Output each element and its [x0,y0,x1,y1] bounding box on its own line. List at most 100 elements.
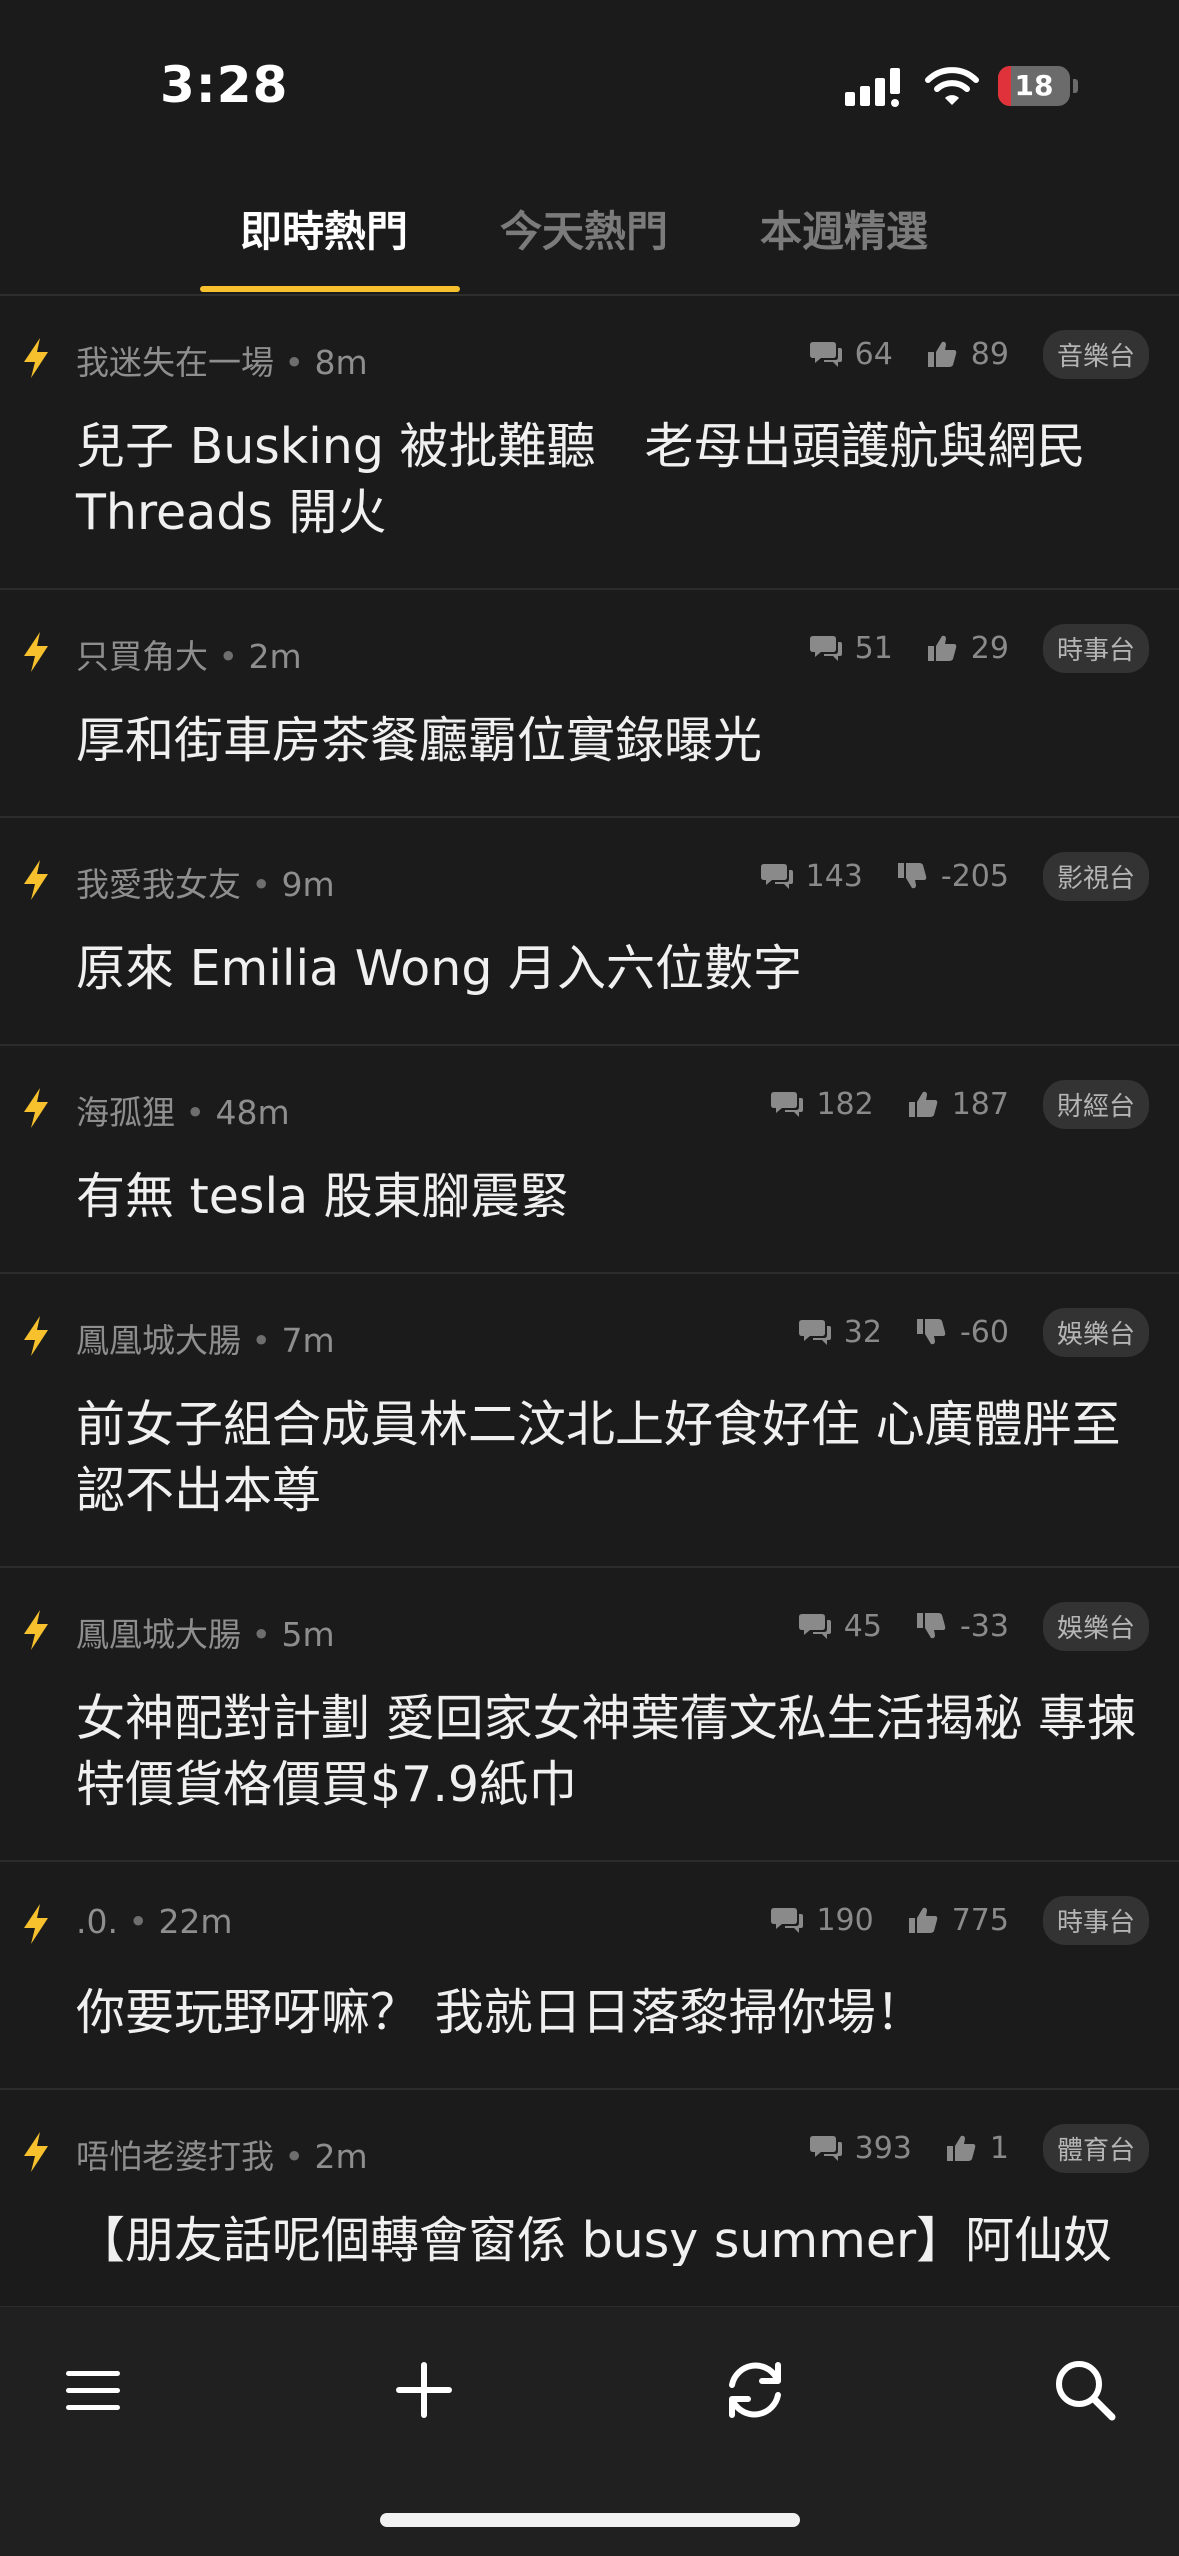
author-name[interactable]: 鳳凰城大腸 [76,1321,241,1360]
post-author[interactable]: 我迷失在一場 • 8m [76,336,368,384]
thumbs-up-icon [927,635,957,661]
comment-count: 64 [809,337,893,372]
comment-count: 190 [770,1903,874,1938]
comment-count: 143 [760,859,863,894]
author-name[interactable]: 鳳凰城大腸 [76,1615,241,1654]
refresh-icon[interactable] [720,2355,790,2425]
comment-count: 32 [798,1315,882,1350]
tab-today-hot[interactable]: 今天熱門 [500,198,668,259]
lightning-icon [24,338,48,378]
post-list: 我迷失在一場 • 8m 64 89 音樂台 兒子 Busking 被批難聽 老母… [0,296,1179,2266]
vote-count: 89 [925,337,1009,372]
post-stats: 190 775 時事台 [752,1895,1149,1945]
feed-tabs: 即時熱門 今天熱門 本週精選 [0,170,1179,296]
author-name[interactable]: 我迷失在一場 [76,343,274,382]
post-age: 9m [281,865,335,904]
post-item[interactable]: 海孤狸 • 48m 182 187 財經台 有無 tesla 股東腳震緊 [0,1046,1179,1274]
post-title[interactable]: 厚和街車房茶餐廳霸位實錄曝光 [0,686,1179,816]
status-bar: 3:28 18 [0,0,1179,170]
vote-count: 187 [906,1087,1009,1122]
post-title[interactable]: 兒子 Busking 被批難聽 老母出頭護航與網民 Threads 開火 [0,392,1179,588]
comment-count: 45 [798,1609,882,1644]
home-indicator [380,2513,800,2527]
post-meta: 我愛我女友 • 9m 143 -205 影視台 [0,818,1179,914]
post-age: 48m [215,1093,290,1132]
post-title[interactable]: 前女子組合成員林二汶北上好食好住 心廣體胖至認不出本尊 [0,1370,1179,1566]
comment-icon [771,1092,804,1117]
board-tag[interactable]: 音樂台 [1042,329,1149,379]
post-item[interactable]: 唔怕老婆打我 • 2m 393 1 體育台 【朋友話呢個轉會窗係 busy su… [0,2090,1179,2266]
post-item[interactable]: 鳳凰城大腸 • 7m 32 -60 娛樂台 前女子組合成員林二汶北上好食好住 心… [0,1274,1179,1568]
board-tag[interactable]: 財經台 [1042,1079,1149,1129]
post-age: 7m [281,1321,335,1360]
comment-icon [809,2136,842,2161]
comment-count: 393 [809,2131,912,2166]
vote-count: 775 [906,1903,1009,1938]
post-stats: 32 -60 娛樂台 [780,1307,1149,1357]
comment-count: 182 [770,1087,874,1122]
thumbs-up-icon [927,341,957,367]
post-title[interactable]: 有無 tesla 股東腳震緊 [0,1142,1179,1272]
board-tag[interactable]: 娛樂台 [1042,1601,1149,1651]
status-time: 3:28 [160,56,289,114]
post-author[interactable]: 唔怕老婆打我 • 2m [76,2130,368,2178]
post-age: 22m [158,1902,233,1941]
post-author[interactable]: 只買角大 • 2m [76,630,302,678]
wifi-icon [925,67,979,105]
post-author[interactable]: 鳳凰城大腸 • 5m [76,1608,335,1656]
board-tag[interactable]: 時事台 [1042,1895,1149,1945]
vote-count: -33 [914,1609,1009,1644]
author-name[interactable]: 我愛我女友 [76,865,241,904]
vote-count: -60 [914,1315,1009,1350]
post-stats: 64 89 音樂台 [791,329,1149,379]
board-tag[interactable]: 時事台 [1042,623,1149,673]
author-name[interactable]: 唔怕老婆打我 [76,2137,274,2176]
lightning-icon [24,1904,48,1944]
author-name[interactable]: 海孤狸 [76,1093,175,1132]
thumbs-down-icon [916,1319,946,1345]
vote-count: -205 [895,859,1009,894]
cellular-signal-icon [845,68,900,107]
post-item[interactable]: 我愛我女友 • 9m 143 -205 影視台 原來 Emilia Wong 月… [0,818,1179,1046]
post-title[interactable]: 【朋友話呢個轉會窗係 busy summer】阿仙奴 [0,2186,1179,2266]
post-title[interactable]: 你要玩野呀嘛？ 我就日日落黎掃你場！ [0,1958,1179,2088]
board-tag[interactable]: 體育台 [1042,2123,1149,2173]
lightning-icon [24,632,48,672]
lightning-icon [24,2132,48,2172]
post-item[interactable]: 我迷失在一場 • 8m 64 89 音樂台 兒子 Busking 被批難聽 老母… [0,296,1179,590]
lightning-icon [24,1088,48,1128]
post-age: 2m [314,2137,368,2176]
menu-icon[interactable] [58,2355,128,2425]
board-tag[interactable]: 娛樂台 [1042,1307,1149,1357]
battery-icon: 18 [998,66,1078,106]
lightning-icon [24,1316,48,1356]
post-author[interactable]: 我愛我女友 • 9m [76,858,335,906]
post-age: 8m [314,343,368,382]
post-item[interactable]: .0. • 22m 190 775 時事台 你要玩野呀嘛？ 我就日日落黎掃你場！ [0,1862,1179,2090]
board-tag[interactable]: 影視台 [1042,851,1149,901]
battery-level-text: 18 [1014,69,1054,102]
thumbs-down-icon [916,1613,946,1639]
comment-count: 51 [809,631,893,666]
post-stats: 45 -33 娛樂台 [780,1601,1149,1651]
post-item[interactable]: 只買角大 • 2m 51 29 時事台 厚和街車房茶餐廳霸位實錄曝光 [0,590,1179,818]
author-name[interactable]: .0. [76,1902,118,1941]
post-author[interactable]: .0. • 22m [76,1902,233,1941]
active-tab-indicator [200,286,460,292]
thumbs-down-icon [897,863,927,889]
tab-live-hot[interactable]: 即時熱門 [240,198,408,259]
post-author[interactable]: 鳳凰城大腸 • 7m [76,1314,335,1362]
post-title[interactable]: 女神配對計劃 愛回家女神葉蒨文私生活揭秘 專揀特價貨格價買$7.9紙巾 [0,1664,1179,1860]
plus-icon[interactable] [389,2355,459,2425]
post-title[interactable]: 原來 Emilia Wong 月入六位數字 [0,914,1179,1044]
post-meta: 鳳凰城大腸 • 7m 32 -60 娛樂台 [0,1274,1179,1370]
post-author[interactable]: 海孤狸 • 48m [76,1086,290,1134]
author-name[interactable]: 只買角大 [76,637,208,676]
comment-icon [798,1614,831,1639]
search-icon[interactable] [1050,2355,1120,2425]
thumbs-up-icon [908,1907,937,1933]
tab-weekly-picks[interactable]: 本週精選 [760,198,928,259]
comment-icon [809,636,842,661]
post-meta: 唔怕老婆打我 • 2m 393 1 體育台 [0,2090,1179,2186]
post-item[interactable]: 鳳凰城大腸 • 5m 45 -33 娛樂台 女神配對計劃 愛回家女神葉蒨文私生活… [0,1568,1179,1862]
